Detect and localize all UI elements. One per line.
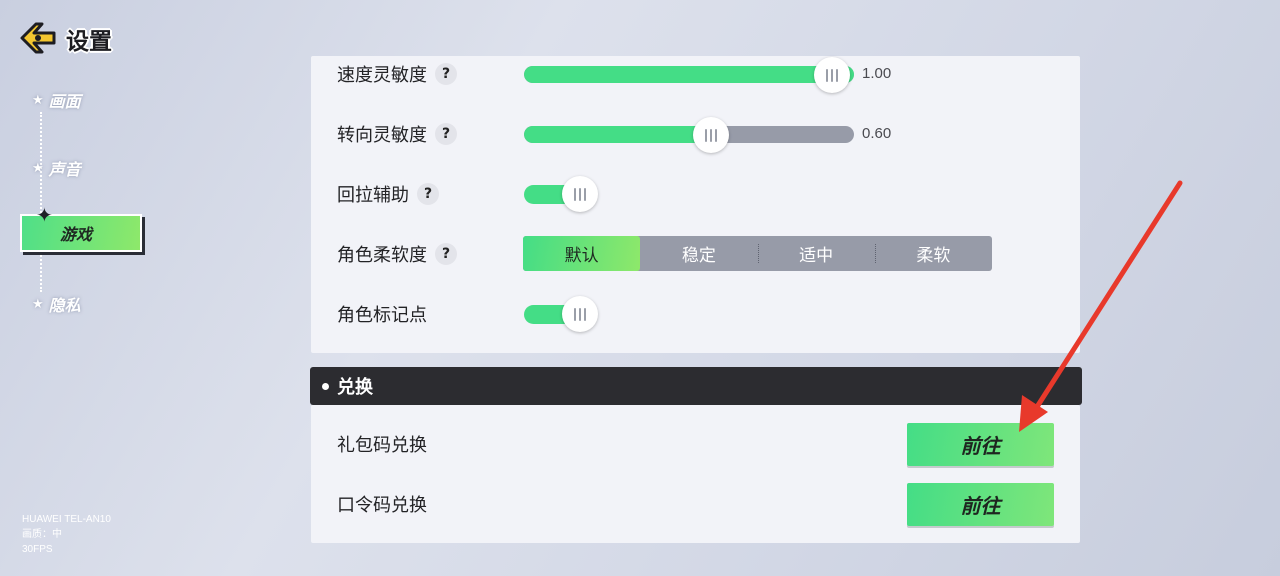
toggle-handle	[562, 176, 598, 212]
speed-sensitivity-slider[interactable]	[524, 66, 854, 83]
device-quality: 画质：中	[22, 529, 62, 540]
password-code-go-button[interactable]: 前往	[907, 483, 1054, 526]
device-model: HUAWEI TEL-AN10	[22, 514, 111, 525]
turn-sensitivity-slider[interactable]	[524, 126, 854, 143]
speed-sensitivity-slider-handle[interactable]	[814, 57, 850, 93]
turn-sensitivity-label: 转向灵敏度	[337, 125, 427, 146]
character-softness-label: 角色柔软度	[337, 245, 427, 266]
speed-sensitivity-value: 1.00	[862, 65, 892, 82]
sidebar-item-label: 隐私	[48, 296, 81, 315]
softness-option-moderate[interactable]: 适中	[757, 236, 875, 271]
softness-option-default[interactable]: 默认	[523, 236, 641, 271]
nav-connector-line	[40, 112, 42, 292]
star-icon: ★	[32, 296, 44, 312]
turn-sensitivity-value: 0.60	[862, 125, 892, 142]
softness-option-stable[interactable]: 稳定	[640, 236, 757, 271]
gift-code-row: 礼包码兑换	[337, 429, 427, 459]
sidebar-item-label: 游戏	[60, 225, 93, 244]
sidebar-item-privacy[interactable]: ★ 隐私	[32, 292, 81, 316]
sidebar-item-label: 声音	[48, 160, 81, 179]
character-marker-toggle[interactable]	[524, 296, 598, 332]
gift-code-go-button[interactable]: 前往	[907, 423, 1054, 466]
pullback-assist-label: 回拉辅助	[337, 185, 409, 206]
pullback-assist-toggle[interactable]	[524, 176, 598, 212]
help-icon[interactable]: ?	[417, 183, 439, 205]
turn-sensitivity-row: 转向灵敏度 ?	[337, 119, 457, 149]
character-marker-row: 角色标记点	[337, 299, 427, 329]
speed-sensitivity-label: 速度灵敏度	[337, 65, 427, 86]
toggle-handle	[562, 296, 598, 332]
password-code-label: 口令码兑换	[337, 495, 427, 516]
speed-sensitivity-row: 速度灵敏度 ?	[337, 59, 457, 89]
redeem-section-title: 兑换	[337, 377, 373, 398]
bullet-dot	[322, 382, 329, 390]
softness-option-soft[interactable]: 柔软	[874, 236, 992, 271]
slider-fill	[524, 66, 854, 83]
sidebar-item-label: 画面	[48, 92, 81, 111]
star-icon: ★	[32, 92, 44, 108]
help-icon[interactable]: ?	[435, 63, 457, 85]
page-title: 设置	[66, 29, 112, 55]
star-icon: ★	[32, 160, 44, 176]
help-icon[interactable]: ?	[435, 243, 457, 265]
turn-sensitivity-slider-handle[interactable]	[693, 117, 730, 153]
star-icon: ✦	[36, 203, 53, 227]
sidebar-item-sound[interactable]: ★ 声音	[32, 156, 81, 180]
password-code-row: 口令码兑换	[337, 489, 427, 519]
pullback-assist-row: 回拉辅助 ?	[337, 179, 439, 209]
gift-code-label: 礼包码兑换	[337, 435, 427, 456]
back-arrow-icon	[20, 22, 56, 54]
character-softness-segmented: 默认 稳定 适中 柔软	[523, 236, 992, 271]
back-button[interactable]	[18, 20, 58, 56]
help-icon[interactable]: ?	[435, 123, 457, 145]
character-softness-row: 角色柔软度 ?	[337, 239, 457, 269]
redeem-section-header: 兑换	[310, 367, 1082, 405]
device-info: HUAWEI TEL-AN10 画质：中 30FPS	[22, 512, 111, 557]
character-marker-label: 角色标记点	[337, 305, 427, 326]
sidebar-item-display[interactable]: ★ 画面	[32, 88, 81, 112]
device-fps: 30FPS	[22, 544, 53, 555]
